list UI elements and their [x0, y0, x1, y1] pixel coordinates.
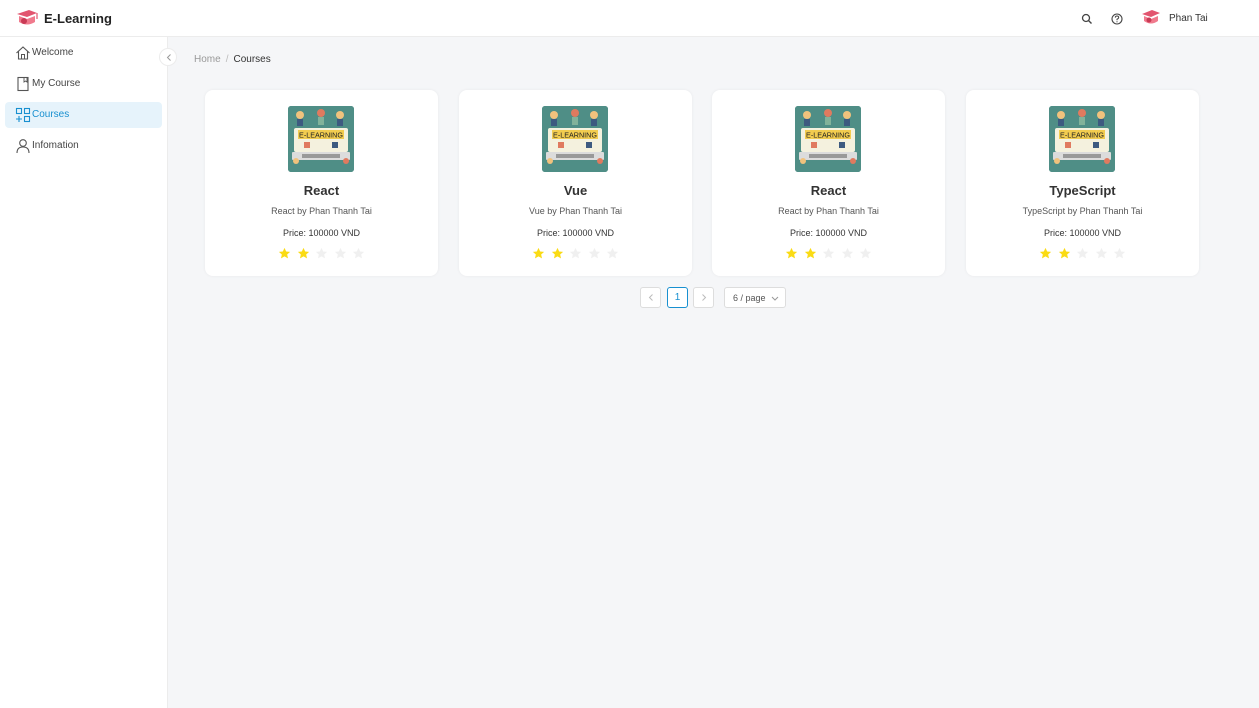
course-price: Price: 100000 VND [282, 228, 361, 238]
sidebar-item-courses[interactable]: Courses [5, 102, 162, 128]
thumbnail-text: E-LEARNING [299, 131, 343, 140]
e-learning-illustration: E-LEARNING [1049, 106, 1115, 172]
page-size-value: 6 / page [733, 293, 766, 303]
star-empty-icon[interactable] [1113, 247, 1126, 260]
top-header: E-Learning Phan Tai [0, 0, 1259, 37]
star-empty-icon[interactable] [352, 247, 365, 260]
star-empty-icon[interactable] [569, 247, 582, 260]
star-empty-icon[interactable] [1076, 247, 1089, 260]
star-filled-icon[interactable] [278, 247, 291, 260]
chevron-right-icon [701, 294, 706, 301]
course-subtitle: TypeScript by Phan Thanh Tai [1022, 206, 1143, 216]
star-filled-icon[interactable] [551, 247, 564, 260]
appstore-add-icon [15, 107, 31, 123]
breadcrumb-current: Courses [233, 54, 271, 65]
user-icon [16, 139, 30, 154]
course-thumbnail: E-LEARNING [288, 106, 354, 172]
star-empty-icon[interactable] [822, 247, 835, 260]
course-title: TypeScript [1049, 183, 1116, 198]
chevron-left-icon [648, 294, 653, 301]
star-filled-icon[interactable] [804, 247, 817, 260]
sidebar-item-label: Courses [32, 109, 70, 120]
home-icon [16, 46, 30, 60]
sidebar-item-welcome[interactable]: Welcome [5, 40, 162, 66]
rating-stars[interactable] [1039, 247, 1129, 261]
course-title: React [810, 183, 847, 198]
rating-stars[interactable] [278, 247, 368, 261]
course-card[interactable]: E-LEARNING Vue Vue by Phan Thanh Tai Pri… [459, 90, 692, 276]
breadcrumb: Home / Courses [194, 54, 271, 65]
sidebar-item-label: My Course [32, 78, 81, 89]
chevron-left-icon [166, 54, 171, 61]
sidebar-item-infomation[interactable]: Infomation [5, 133, 162, 159]
course-title: Vue [563, 183, 588, 198]
logo-icon [17, 10, 38, 25]
sidebar-item-label: Welcome [32, 47, 74, 58]
star-empty-icon[interactable] [588, 247, 601, 260]
pagination-page-1[interactable]: 1 [667, 287, 688, 308]
chevron-down-icon [771, 296, 779, 301]
star-empty-icon[interactable] [334, 247, 347, 260]
sidebar-item-label: Infomation [32, 140, 79, 151]
star-filled-icon[interactable] [785, 247, 798, 260]
course-subtitle: Vue by Phan Thanh Tai [529, 206, 622, 216]
course-card[interactable]: E-LEARNING React React by Phan Thanh Tai… [205, 90, 438, 276]
course-subtitle: React by Phan Thanh Tai [271, 206, 372, 216]
page-size-select[interactable]: 6 / page [724, 287, 786, 308]
pagination-prev-button[interactable] [640, 287, 661, 308]
e-learning-illustration: E-LEARNING [288, 106, 354, 172]
pagination-next-button[interactable] [693, 287, 714, 308]
course-card[interactable]: E-LEARNING React React by Phan Thanh Tai… [712, 90, 945, 276]
thumbnail-text: E-LEARNING [806, 131, 850, 140]
sidebar-item-my-course[interactable]: My Course [5, 71, 162, 97]
sidebar-collapse-button[interactable] [159, 48, 177, 66]
course-thumbnail: E-LEARNING [795, 106, 861, 172]
thumbnail-text: E-LEARNING [553, 131, 597, 140]
course-price: Price: 100000 VND [536, 228, 615, 238]
help-icon[interactable] [1110, 12, 1124, 26]
avatar[interactable] [1141, 9, 1161, 27]
star-empty-icon[interactable] [315, 247, 328, 260]
star-filled-icon[interactable] [1039, 247, 1052, 260]
course-thumbnail: E-LEARNING [542, 106, 608, 172]
star-empty-icon[interactable] [841, 247, 854, 260]
rating-stars[interactable] [785, 247, 875, 261]
thumbnail-text: E-LEARNING [1060, 131, 1104, 140]
course-price: Price: 100000 VND [789, 228, 868, 238]
course-card[interactable]: E-LEARNING TypeScript TypeScript by Phan… [966, 90, 1199, 276]
course-price: Price: 100000 VND [1043, 228, 1122, 238]
star-filled-icon[interactable] [1058, 247, 1071, 260]
sidebar: Welcome My Course Courses Infomation [0, 37, 168, 708]
star-empty-icon[interactable] [1095, 247, 1108, 260]
star-empty-icon[interactable] [859, 247, 872, 260]
star-empty-icon[interactable] [606, 247, 619, 260]
rating-stars[interactable] [532, 247, 622, 261]
course-subtitle: React by Phan Thanh Tai [778, 206, 879, 216]
star-filled-icon[interactable] [297, 247, 310, 260]
breadcrumb-home[interactable]: Home [194, 54, 221, 65]
e-learning-illustration: E-LEARNING [542, 106, 608, 172]
app-title: E-Learning [44, 11, 112, 26]
e-learning-illustration: E-LEARNING [795, 106, 861, 172]
course-title: React [303, 183, 340, 198]
breadcrumb-separator: / [225, 54, 229, 65]
course-thumbnail: E-LEARNING [1049, 106, 1115, 172]
star-filled-icon[interactable] [532, 247, 545, 260]
search-icon[interactable] [1080, 12, 1094, 26]
user-name[interactable]: Phan Tai [1169, 13, 1208, 24]
book-icon [17, 76, 29, 92]
